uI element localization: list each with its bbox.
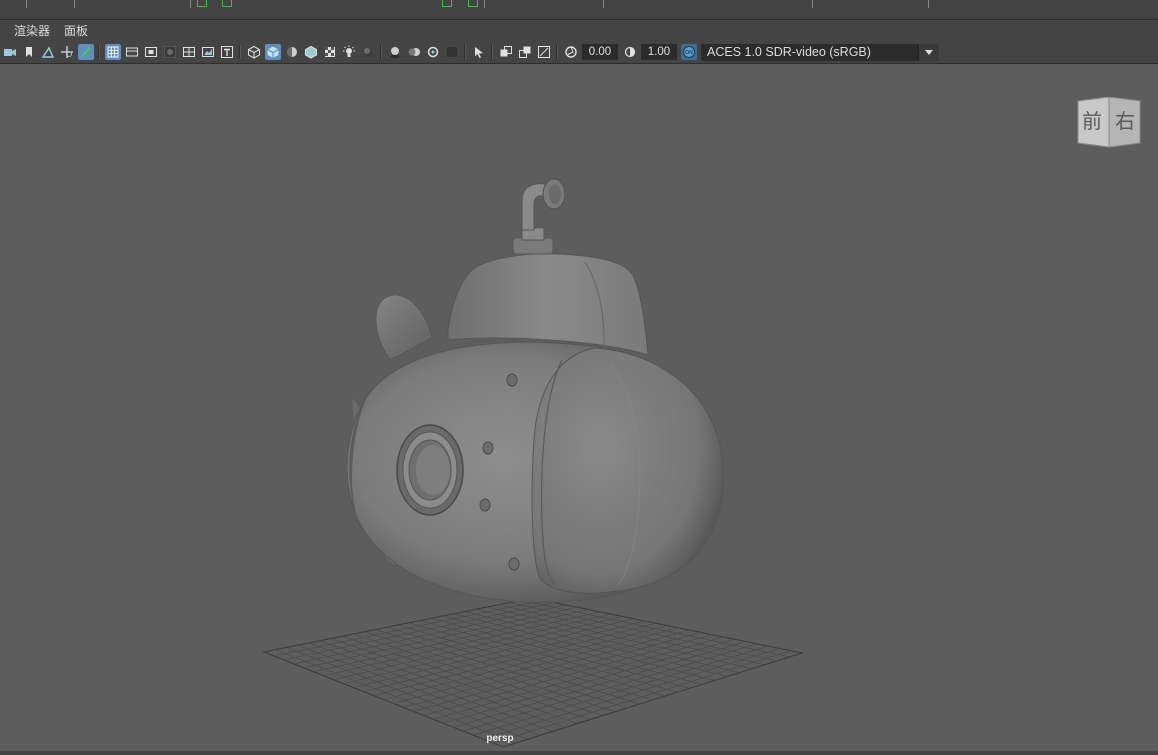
grid-line <box>520 599 790 658</box>
grid-line <box>498 604 765 666</box>
view-cube[interactable]: 前 右 <box>1076 97 1142 151</box>
camera-name-label: persp <box>486 733 514 744</box>
grid-line <box>509 602 778 662</box>
grid-line <box>492 650 791 744</box>
submarine-model <box>346 178 724 603</box>
view-cube-right-label[interactable]: 右 <box>1115 109 1135 133</box>
ground-grid <box>262 597 804 748</box>
grid-line <box>383 625 668 700</box>
grid-line <box>413 631 701 712</box>
grid-line <box>423 634 713 716</box>
viewport-scene <box>262 178 804 748</box>
grid-line <box>420 620 678 693</box>
grid-line <box>473 645 769 736</box>
view-cube-front-label[interactable]: 前 <box>1082 109 1102 133</box>
viewport-bottom-border <box>0 751 1158 755</box>
